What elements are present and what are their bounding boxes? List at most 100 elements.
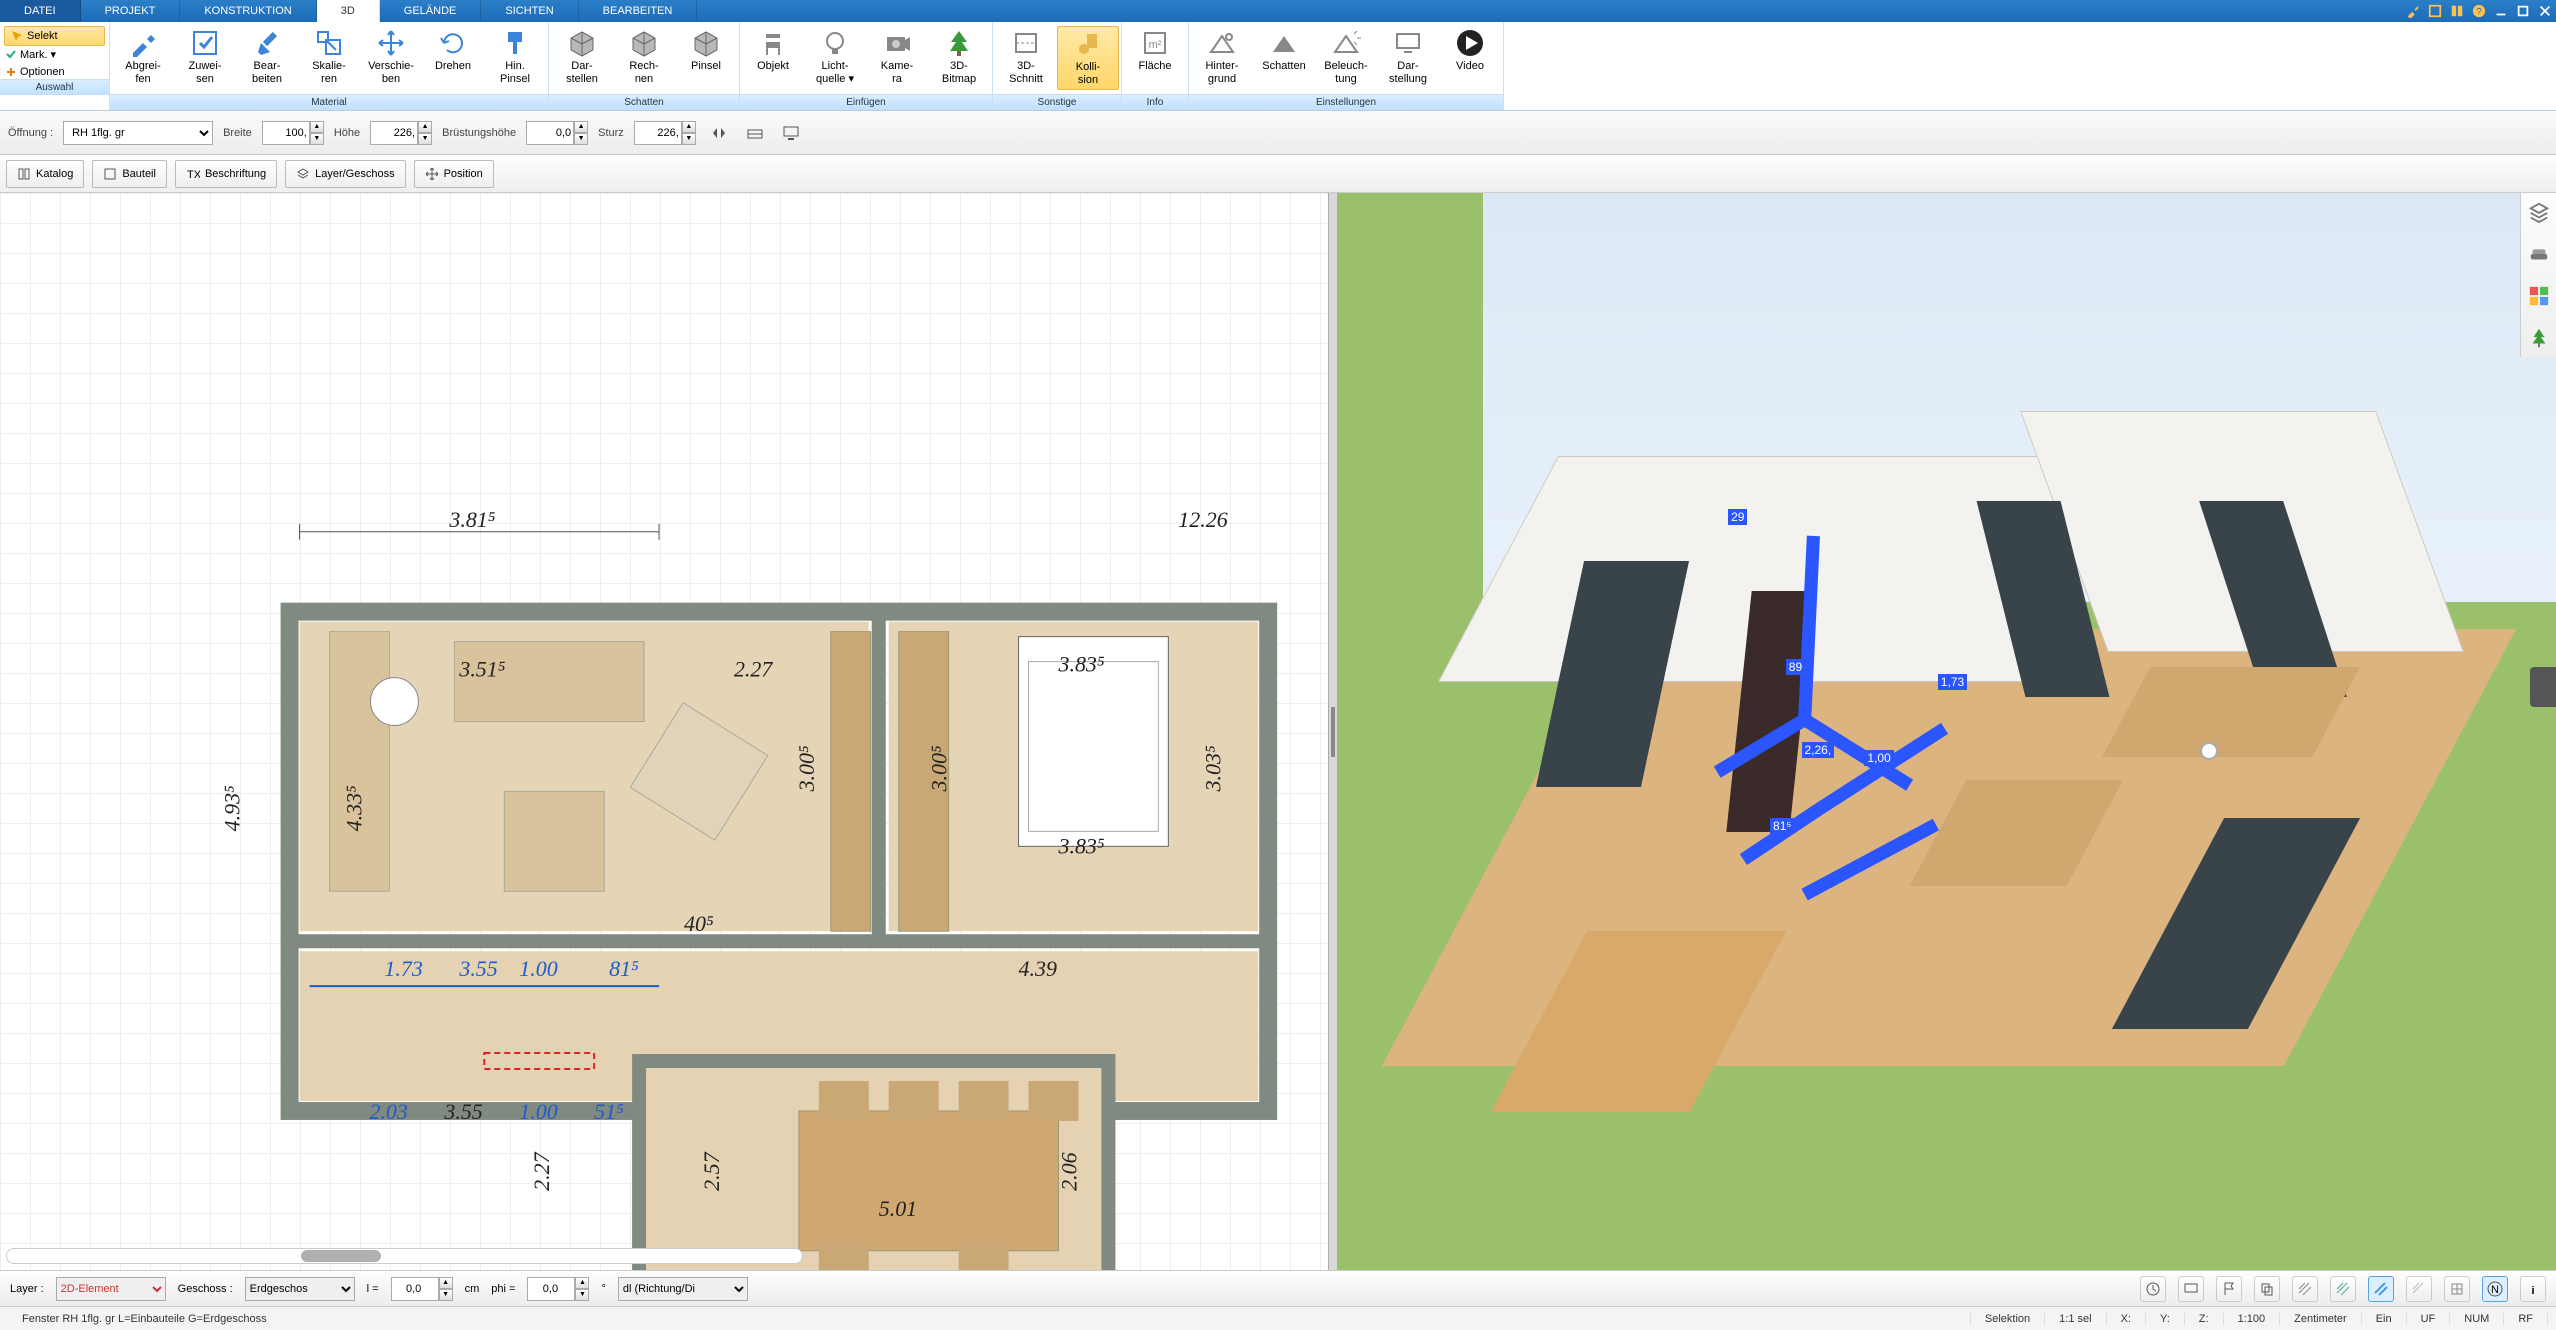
group-title: Sonstige <box>993 94 1121 110</box>
tab-projekt[interactable]: PROJEKT <box>81 0 181 22</box>
mirror-icon[interactable] <box>706 120 732 146</box>
svg-text:51⁵: 51⁵ <box>594 1099 624 1124</box>
m3d-c: 1,73 <box>1938 674 1967 690</box>
m3d-a: 29 <box>1728 509 1747 525</box>
ribbon: Selekt Mark. ▾ Optionen Auswahl Abgrei-f… <box>0 22 2556 111</box>
svg-text:2.27: 2.27 <box>734 657 773 682</box>
minimize-icon[interactable] <box>2490 0 2512 22</box>
svg-text:N: N <box>2491 1284 2499 1296</box>
ribbon-ic-assign[interactable]: Zuwei-sen <box>174 26 236 90</box>
materials-icon[interactable] <box>2528 285 2550 307</box>
svg-text:5.01: 5.01 <box>879 1196 917 1221</box>
ribbon-ic-section[interactable]: 3D-Schnitt <box>995 26 1057 90</box>
copy-icon[interactable] <box>2254 1276 2280 1302</box>
help-icon[interactable]: ? <box>2468 0 2490 22</box>
l-spin[interactable]: ▲▼ <box>391 1277 453 1301</box>
layers-icon[interactable] <box>2528 201 2550 223</box>
restore-icon[interactable] <box>2512 0 2534 22</box>
tab-bearbeiten[interactable]: BEARBEITEN <box>579 0 698 22</box>
selekt-button[interactable]: Selekt <box>4 26 105 46</box>
tools-icon[interactable] <box>2402 0 2424 22</box>
mark-dropdown[interactable]: Mark. ▾ <box>0 48 109 62</box>
ribbon-ic-bulb[interactable]: Licht-quelle ▾ <box>804 26 866 90</box>
tab-datei[interactable]: DATEI <box>0 0 81 22</box>
trees-icon[interactable] <box>2528 327 2550 349</box>
pane-3d[interactable]: 29 89 1,73 2,26, 1,00 81⁵ <box>1337 193 2556 1270</box>
opening-combo[interactable]: RH 1flg. gr <box>63 121 213 145</box>
breite-spin[interactable]: ▲▼ <box>262 121 324 145</box>
group-title-auswahl: Auswahl <box>0 79 109 95</box>
ribbon-ic-tree[interactable]: 3D-Bitmap <box>928 26 990 90</box>
layer-select[interactable]: 2D-Element <box>56 1277 166 1301</box>
tab-sichten[interactable]: SICHTEN <box>481 0 578 22</box>
hatch2-icon[interactable] <box>2330 1276 2356 1302</box>
katalog-button[interactable]: Katalog <box>6 160 84 188</box>
group-title: Einstellungen <box>1189 94 1503 110</box>
layer-button[interactable]: Layer/Geschoss <box>285 160 405 188</box>
tab-gelaende[interactable]: GELÄNDE <box>380 0 482 22</box>
ribbon-ic-brush[interactable]: Hin.Pinsel <box>484 26 546 90</box>
ribbon-ic-cubeL[interactable]: Dar-stellen <box>551 26 613 90</box>
clock-icon[interactable] <box>2140 1276 2166 1302</box>
svg-text:3.55: 3.55 <box>443 1099 482 1124</box>
secondary-bar: Katalog Bauteil TXTBeschriftung Layer/Ge… <box>0 155 2556 193</box>
hatch1-icon[interactable] <box>2292 1276 2318 1302</box>
monitor-icon[interactable] <box>778 120 804 146</box>
monitor2-icon[interactable] <box>2178 1276 2204 1302</box>
ribbon-ic-area[interactable]: Fläche <box>1124 26 1186 90</box>
group-schatten: Dar-stellenRech-nenPinselSchatten <box>549 22 740 110</box>
scrollbar-horizontal[interactable] <box>6 1248 803 1264</box>
ribbon-ic-move[interactable]: Verschie-ben <box>360 26 422 90</box>
bruest-spin[interactable]: ▲▼ <box>526 121 588 145</box>
north-icon[interactable]: N <box>2482 1276 2508 1302</box>
ribbon-ic-collide[interactable]: Kolli-sion <box>1057 26 1119 90</box>
svg-text:40⁵: 40⁵ <box>684 911 714 936</box>
optionen-button[interactable]: Optionen <box>0 66 109 79</box>
hatch3-icon[interactable] <box>2368 1276 2394 1302</box>
position-button[interactable]: Position <box>414 160 494 188</box>
bauteil-button[interactable]: Bauteil <box>92 160 167 188</box>
pane-2d[interactable]: 3.81⁵ 12.26 3.51⁵ 2.27 3.83⁵ 3.83⁵ 3.00⁵… <box>0 193 1329 1270</box>
ribbon-ic-scale[interactable]: Skalie-ren <box>298 26 360 90</box>
flag-icon[interactable] <box>2216 1276 2242 1302</box>
group-title: Material <box>110 94 548 110</box>
ribbon-ic-cubeB[interactable]: Pinsel <box>675 26 737 90</box>
book-icon[interactable] <box>2446 0 2468 22</box>
grid-icon[interactable] <box>742 120 768 146</box>
property-bar: Öffnung : RH 1flg. gr Breite ▲▼ Höhe ▲▼ … <box>0 111 2556 155</box>
tab-3d[interactable]: 3D <box>317 0 380 22</box>
close-icon[interactable] <box>2534 0 2556 22</box>
gridview-icon[interactable] <box>2444 1276 2470 1302</box>
pane-splitter[interactable] <box>1329 193 1337 1270</box>
ribbon-ic-display[interactable]: Dar-stellung <box>1377 26 1439 90</box>
hatch4-icon[interactable] <box>2406 1276 2432 1302</box>
geschoss-select[interactable]: Erdgeschos <box>245 1277 355 1301</box>
furniture-icon[interactable] <box>2528 243 2550 265</box>
ribbon-ic-play[interactable]: Video <box>1439 26 1501 90</box>
hoehe-spin[interactable]: ▲▼ <box>370 121 432 145</box>
ribbon-ic-camera[interactable]: Kame-ra <box>866 26 928 90</box>
group-einstellungen: Hinter-grundSchattenBeleuch-tungDar-stel… <box>1189 22 1504 110</box>
ribbon-ic-bg[interactable]: Hinter-grund <box>1191 26 1253 90</box>
phi-spin[interactable]: ▲▼ <box>527 1277 589 1301</box>
ribbon-ic-rotate[interactable]: Drehen <box>422 26 484 90</box>
ribbon-ic-chair[interactable]: Objekt <box>742 26 804 90</box>
ribbon-ic-edit[interactable]: Bear-beiten <box>236 26 298 90</box>
ribbon-ic-dropper[interactable]: Abgrei-fen <box>112 26 174 90</box>
ribbon-ic-cubeR[interactable]: Rech-nen <box>613 26 675 90</box>
sturz-label: Sturz <box>598 127 624 139</box>
sturz-spin[interactable]: ▲▼ <box>634 121 696 145</box>
svg-text:3.83⁵: 3.83⁵ <box>1057 833 1104 858</box>
window-icon[interactable] <box>2424 0 2446 22</box>
side-drawer-handle[interactable] <box>2530 667 2556 707</box>
ribbon-ic-light2[interactable]: Beleuch-tung <box>1315 26 1377 90</box>
ribbon-ic-shadow2[interactable]: Schatten <box>1253 26 1315 90</box>
lamp-icon <box>2200 742 2218 760</box>
info-icon[interactable]: i <box>2520 1276 2546 1302</box>
svg-text:i: i <box>2531 1285 2534 1297</box>
group-sonstige: 3D-SchnittKolli-sion Sonstige <box>993 22 1122 110</box>
mode-select[interactable]: dl (Richtung/Di <box>618 1277 748 1301</box>
floor-plan[interactable]: 3.81⁵ 12.26 3.51⁵ 2.27 3.83⁵ 3.83⁵ 3.00⁵… <box>0 193 1328 1270</box>
beschriftung-button[interactable]: TXTBeschriftung <box>175 160 277 188</box>
tab-konstruktion[interactable]: KONSTRUKTION <box>180 0 316 22</box>
